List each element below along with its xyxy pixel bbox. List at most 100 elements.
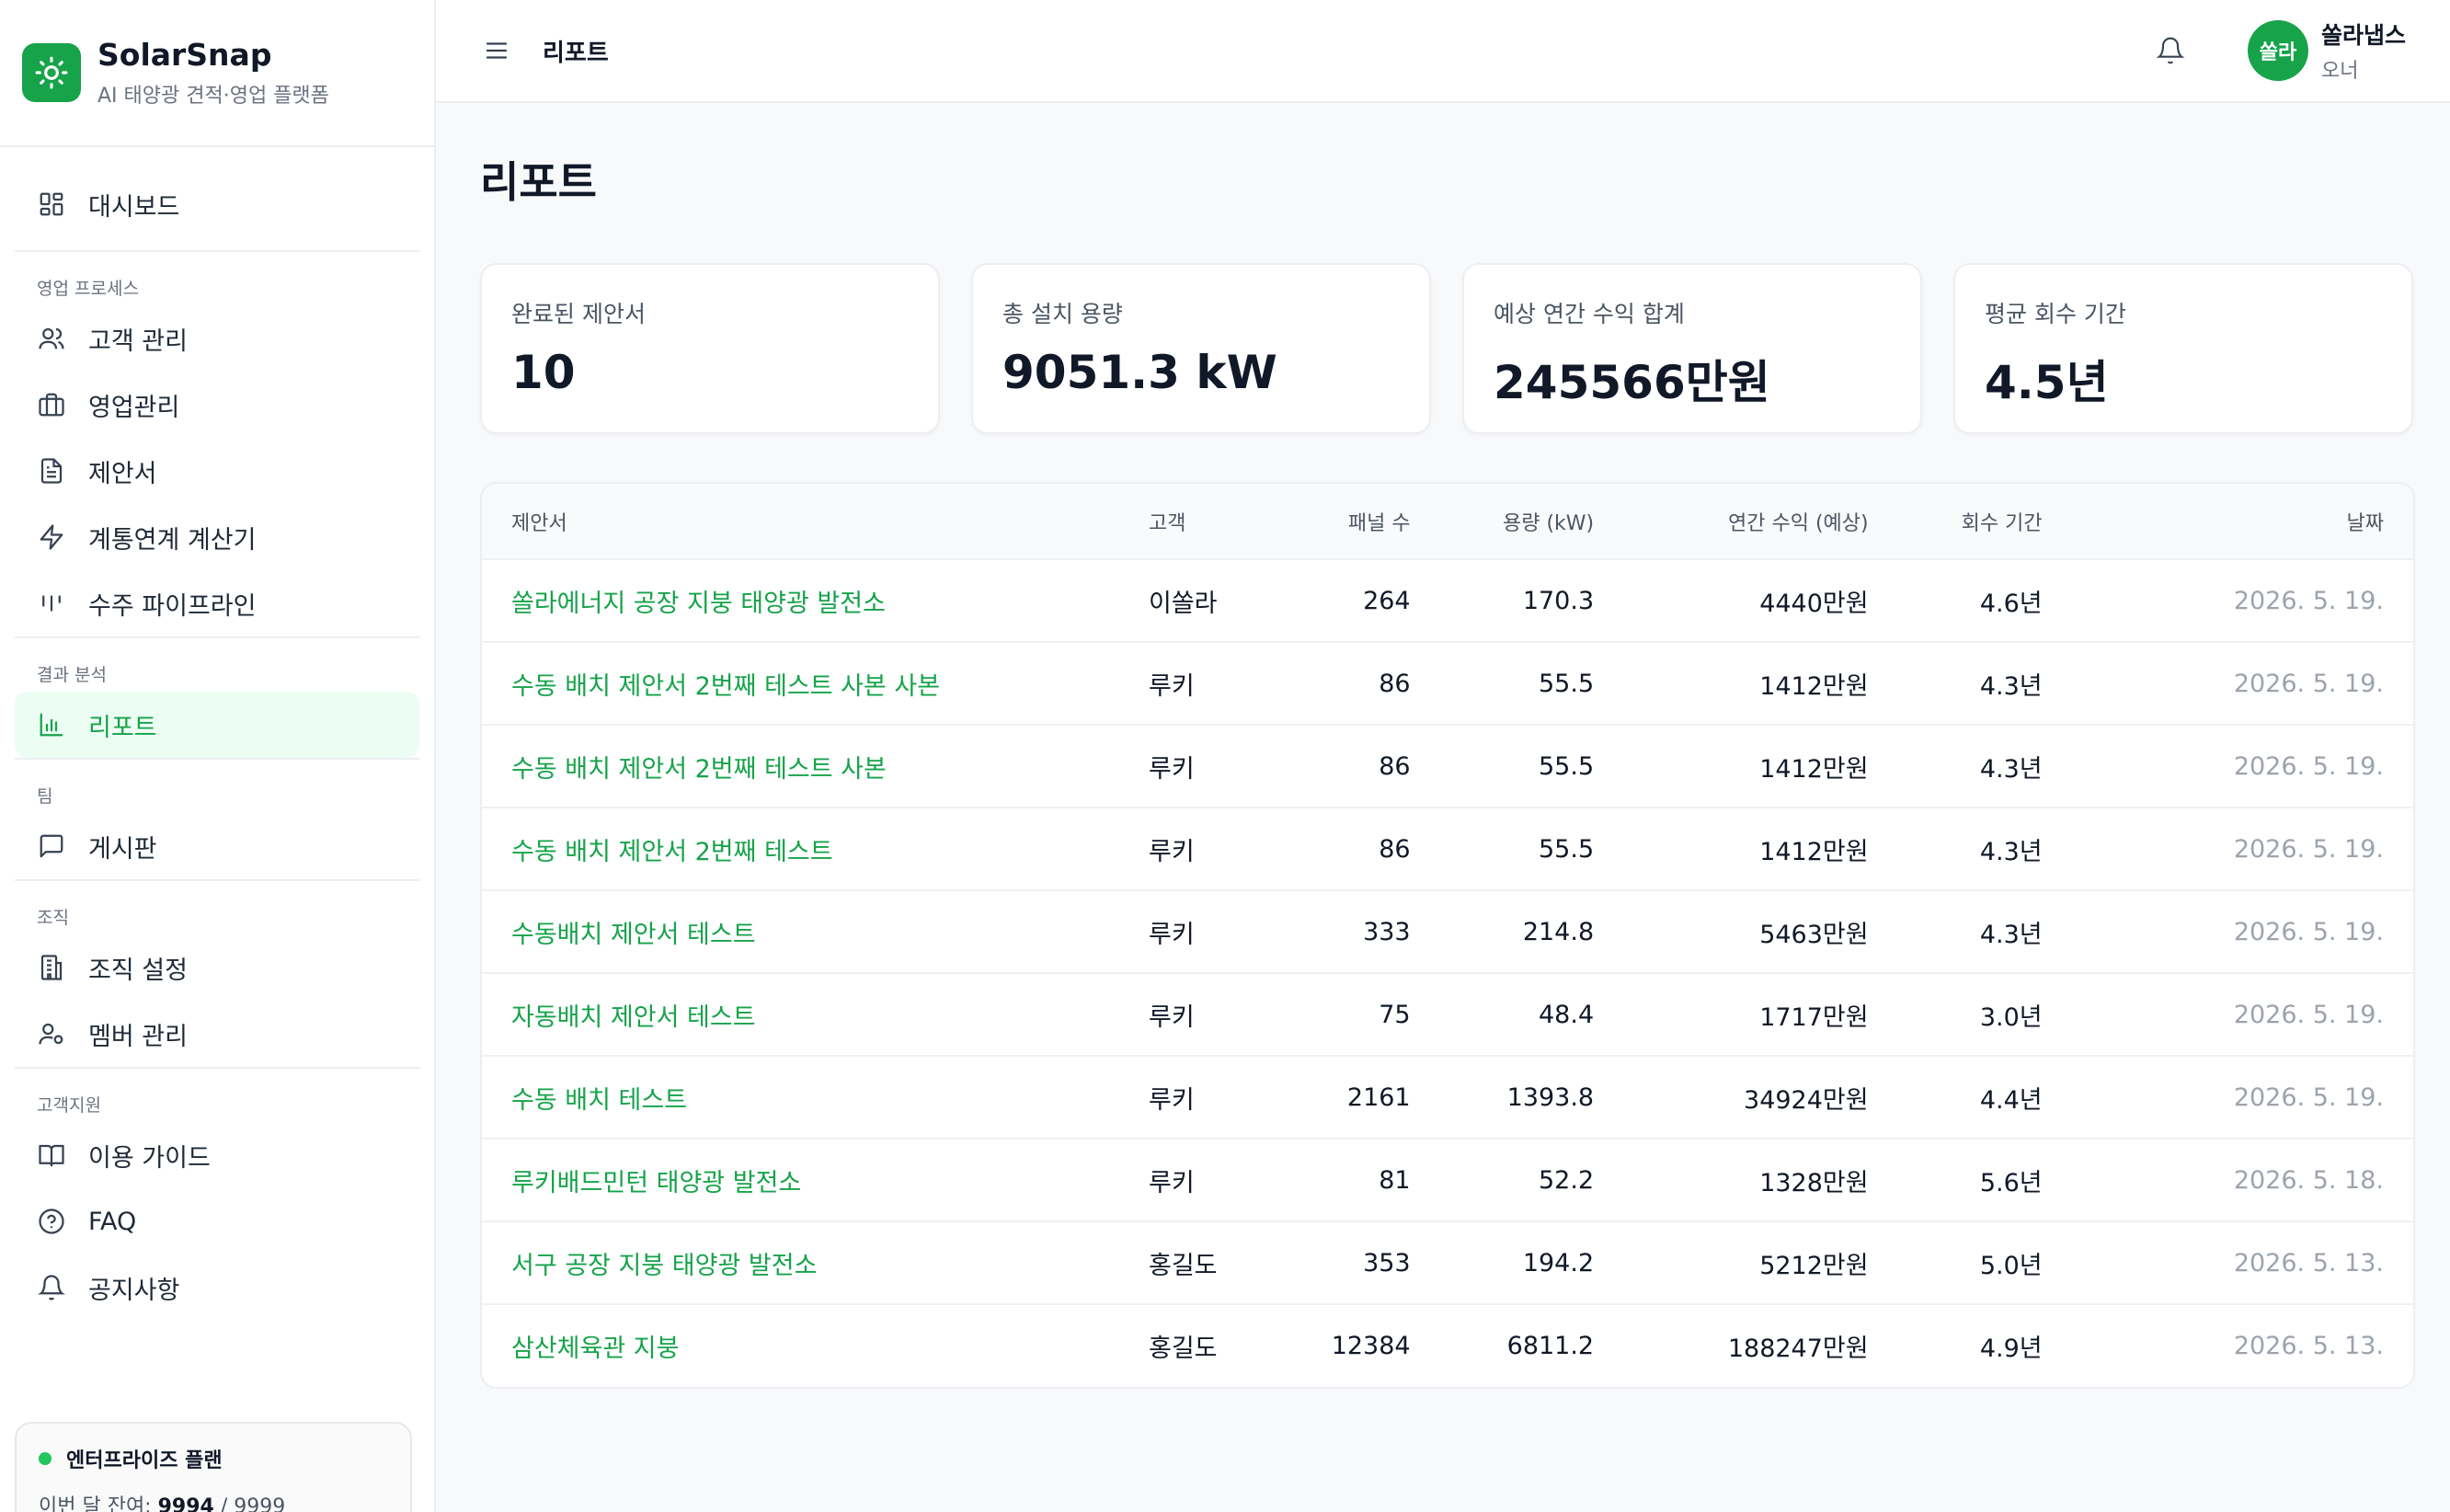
stat-label: 예상 연간 수익 합계 [1494,301,1685,327]
help-circle-icon [37,1207,66,1236]
sidebar-item-label: 공지사항 [88,1276,180,1305]
stat-card-payback: 평균 회수 기간 4.5년 [1953,263,2413,434]
proposal-link[interactable]: 수동 배치 제안서 2번째 테스트 사본 [482,725,1119,808]
report-table: 제안서 고객 패널 수 용량 (kW) 연간 수익 (예상) 회수 기간 날짜 … [482,484,2413,1387]
user-info[interactable]: 쏠라냅스 오너 [2321,17,2406,84]
panel-count-cell: 86 [1379,834,1411,864]
section-label-org: 조직 [37,907,69,928]
plan-remaining: 9994 [157,1495,214,1512]
payback-cell: 5.0년 [1979,1251,2043,1280]
sidebar-item-notice[interactable]: 공지사항 [15,1254,419,1321]
sidebar-item-report[interactable]: 리포트 [15,692,419,758]
sidebar-item-pipeline[interactable]: 수주 파이프라인 [15,570,419,636]
sidebar: SolarSnap AI 태양광 견적·영업 플랫폼 대시보드 영업 프로세스 … [0,0,436,1512]
sidebar-item-calculator[interactable]: 계통연계 계산기 [15,504,419,570]
stat-card-capacity: 총 설치 용량 9051.3 kW [971,263,1431,434]
table-row[interactable]: 자동배치 제안서 테스트 루키 75 48.4 1717만원 3.0년 2026. 5. 1… [482,973,2413,1056]
table-row[interactable]: 수동 배치 제안서 2번째 테스트 사본 사본 루키 86 55.5 1412만원 4.3… [482,642,2413,725]
date-cell: 2026. 5. 19. [2233,586,2384,615]
panel-count-cell: 264 [1363,586,1411,615]
column-header[interactable]: 고객 [1119,484,1302,559]
proposal-link[interactable]: 수동 배치 제안서 2번째 테스트 사본 사본 [482,642,1119,725]
sidebar-item-label: FAQ [88,1207,137,1236]
proposal-link[interactable]: 수동 배치 제안서 2번째 테스트 [482,808,1119,890]
avatar[interactable]: 쏠라 [2247,20,2308,81]
proposal-link[interactable]: 수동배치 제안서 테스트 [482,890,1119,973]
panel-count-cell: 81 [1379,1165,1411,1195]
table-header-row: 제안서 고객 패널 수 용량 (kW) 연간 수익 (예상) 회수 기간 날짜 [482,484,2413,559]
book-icon [37,1140,66,1170]
capacity-cell: 214.8 [1522,917,1595,946]
revenue-cell: 34924만원 [1744,1085,1869,1115]
sidebar-item-customers[interactable]: 고객 관리 [15,305,419,372]
revenue-cell: 1412만원 [1759,837,1869,866]
revenue-cell: 1717만원 [1759,1002,1869,1032]
sidebar-item-sales[interactable]: 영업관리 [15,372,419,438]
proposal-link[interactable]: 쏠라에너지 공장 지붕 태양광 발전소 [482,559,1119,642]
column-header[interactable]: 날짜 [2072,484,2413,559]
proposal-link[interactable]: 자동배치 제안서 테스트 [482,973,1119,1056]
customer-cell: 루키 [1148,1168,1195,1197]
table-row[interactable]: 수동배치 제안서 테스트 루키 333 214.8 5463만원 4.3년 2026. 5.… [482,890,2413,973]
capacity-cell: 170.3 [1522,586,1595,615]
main-content: 리포트 완료된 제안서 10 총 설치 용량 9051.3 kW 예상 연간 수… [436,103,2450,1512]
table-row[interactable]: 수동 배치 테스트 루키 2161 1393.8 34924만원 4.4년 2026. 5.… [482,1056,2413,1139]
proposal-link[interactable]: 루키배드민턴 태양광 발전소 [482,1139,1119,1221]
table-row[interactable]: 루키배드민턴 태양광 발전소 루키 81 52.2 1328만원 5.6년 2026. 5.… [482,1139,2413,1221]
payback-cell: 4.3년 [1979,671,2043,701]
proposal-link[interactable]: 삼산체육관 지붕 [482,1304,1119,1387]
payback-cell: 5.6년 [1979,1168,2043,1197]
column-header[interactable]: 패널 수 [1302,484,1440,559]
panel-count-cell: 86 [1379,751,1411,781]
notification-bell-icon[interactable] [2152,32,2189,69]
sidebar-item-guide[interactable]: 이용 가이드 [15,1122,419,1188]
date-cell: 2026. 5. 18. [2233,1165,2384,1195]
report-table-card: 제안서 고객 패널 수 용량 (kW) 연간 수익 (예상) 회수 기간 날짜 … [480,482,2415,1389]
table-row[interactable]: 쏠라에너지 공장 지붕 태양광 발전소 이쏠라 264 170.3 4440만원 4.6년… [482,559,2413,642]
plan-usage: 이번 달 잔여: 9994 / 9999 [39,1490,388,1512]
brand[interactable]: SolarSnap AI 태양광 견적·영업 플랫폼 [0,0,434,147]
customer-cell: 홍길도 [1148,1334,1218,1363]
capacity-cell: 55.5 [1539,751,1595,781]
capacity-cell: 6811.2 [1506,1332,1595,1360]
panel-count-cell: 12384 [1331,1332,1411,1360]
payback-cell: 3.0년 [1979,1002,2043,1032]
table-row[interactable]: 삼산체육관 지붕 홍길도 12384 6811.2 188247만원 4.9년 2026. … [482,1304,2413,1387]
date-cell: 2026. 5. 19. [2233,834,2384,864]
sidebar-item-dashboard[interactable]: 대시보드 [15,171,419,237]
stat-label: 총 설치 용량 [1002,301,1123,327]
sidebar-item-label: 수주 파이프라인 [88,591,257,621]
top-header: 리포트 쏠라 쏠라냅스 오너 [436,0,2450,103]
customer-cell: 이쏠라 [1148,589,1218,618]
column-header[interactable]: 제안서 [482,484,1119,559]
column-header[interactable]: 용량 (kW) [1440,484,1624,559]
date-cell: 2026. 5. 19. [2233,669,2384,698]
section-label-sales: 영업 프로세스 [37,278,139,299]
table-row[interactable]: 서구 공장 지붕 태양광 발전소 홍길도 353 194.2 5212만원 5.0년 202… [482,1221,2413,1304]
revenue-cell: 5463만원 [1759,920,1869,949]
table-row[interactable]: 수동 배치 제안서 2번째 테스트 사본 루키 86 55.5 1412만원 4.3년 20… [482,725,2413,808]
sidebar-item-label: 대시보드 [88,192,180,222]
stat-label: 평균 회수 기간 [1985,301,2126,327]
sidebar-item-org-settings[interactable]: 조직 설정 [15,934,419,1001]
sidebar-item-proposal[interactable]: 제안서 [15,438,419,504]
sidebar-item-label: 제안서 [88,459,157,488]
customer-cell: 루키 [1148,837,1195,866]
stat-value: 9051.3 kW [1002,346,1277,399]
date-cell: 2026. 5. 19. [2233,1082,2384,1112]
proposal-link[interactable]: 수동 배치 테스트 [482,1056,1119,1139]
customer-cell: 루키 [1148,1002,1195,1032]
sidebar-item-board[interactable]: 게시판 [15,813,419,879]
plan-card[interactable]: 엔터프라이즈 플랜 이번 달 잔여: 9994 / 9999 [15,1422,412,1512]
capacity-cell: 52.2 [1539,1165,1595,1195]
column-header[interactable]: 연간 수익 (예상) [1623,484,1897,559]
sidebar-item-label: 조직 설정 [88,956,188,985]
sidebar-item-members[interactable]: 멤버 관리 [15,1001,419,1067]
table-row[interactable]: 수동 배치 제안서 2번째 테스트 루키 86 55.5 1412만원 4.3년 2026.… [482,808,2413,890]
column-header[interactable]: 회수 기간 [1898,484,2072,559]
users-icon [37,324,66,353]
sidebar-item-label: 이용 가이드 [88,1143,211,1173]
proposal-link[interactable]: 서구 공장 지붕 태양광 발전소 [482,1221,1119,1304]
menu-icon[interactable] [478,32,515,69]
sidebar-item-faq[interactable]: FAQ [15,1188,419,1254]
